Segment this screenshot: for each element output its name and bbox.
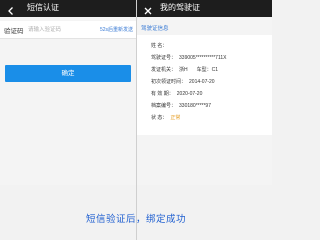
field-label: 档案编号： [151,103,177,109]
field-label: 驾驶证号： [151,55,177,61]
sms-code-input[interactable] [28,24,88,35]
status-value: 正常 [170,115,181,121]
field-issuing-authority: 发证机关： 浙H 车型：C1 [151,67,218,74]
field-value: 339005**********711X [179,55,227,61]
field-label: 有 效 期： [151,91,174,97]
field-label: 发证机关： [151,67,177,73]
field-label: 姓 名： [151,43,168,49]
field-value: 浙H [179,67,188,73]
field-file-number: 档案编号： 330180*****97 [151,103,211,110]
field-value: 2020-07-20 [176,91,203,97]
field-first-issue-date: 初次领证时间： 2014-07-20 [151,79,215,86]
field-label: 初次领证时间： [151,79,187,85]
field-name: 姓 名： [151,43,170,50]
back-arrow-icon[interactable] [6,3,16,15]
sms-code-label: 验证码 [4,28,24,35]
license-screen: 我的驾驶证 驾驶证信息 姓 名： 驾驶证号： 339005**********71… [137,0,272,185]
resend-countdown: 52s后重新发送 [99,27,133,33]
field-valid-until: 有 效 期： 2020-07-20 [151,91,202,98]
right-page-title: 我的驾驶证 [160,3,200,12]
left-title-bar: 短信认证 [0,0,136,17]
confirm-button[interactable]: 确定 [5,65,131,82]
right-title-bar: 我的驾驶证 [137,0,272,17]
field-value: 2014-07-20 [189,79,215,85]
field-status: 状 态： 正常 [151,115,180,122]
section-title: 驾驶证信息 [141,26,169,32]
license-info-card: 姓 名： 驾驶证号： 339005**********711X 发证机关： 浙H 车型… [137,35,272,135]
left-page-title: 短信认证 [27,3,59,12]
caption-text: 短信验证后，绑定成功 [85,214,186,225]
field-value: 330180*****97 [179,103,211,109]
field-label: 状 态： [151,115,168,121]
field-license-number: 驾驶证号： 339005**********711X [151,55,226,62]
close-icon[interactable] [143,3,153,15]
sms-code-row: 验证码 52s后重新发送 [0,21,136,39]
sms-auth-screen: 短信认证 验证码 52s后重新发送 确定 [0,0,136,185]
field-vehicle-class: 车型：C1 [196,67,219,73]
